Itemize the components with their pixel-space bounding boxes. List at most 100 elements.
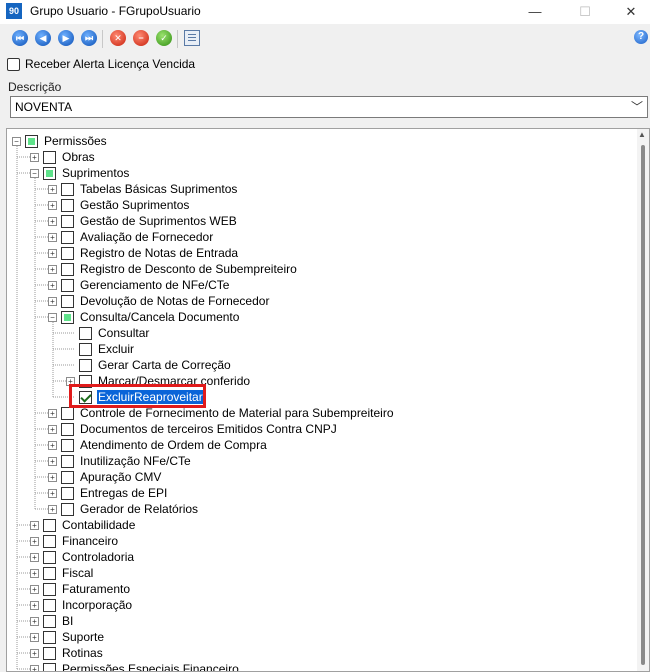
tree-item[interactable]: + Tabelas Básicas Suprimentos: [48, 181, 238, 197]
chevron-down-icon[interactable]: ﹀: [631, 98, 643, 115]
tree-item[interactable]: + Gerenciamento de NFe/CTe: [48, 277, 230, 293]
tree-checkbox[interactable]: [43, 534, 56, 548]
tree-item[interactable]: + Apuração CMV: [48, 469, 162, 485]
tree-item[interactable]: + Faturamento: [30, 581, 131, 597]
expand-icon[interactable]: +: [30, 664, 39, 671]
tree-checkbox[interactable]: [61, 198, 74, 212]
tree-checkbox[interactable]: [61, 470, 74, 484]
tree-checkbox[interactable]: [43, 566, 56, 580]
previous-record-button[interactable]: ◀: [35, 30, 51, 46]
expand-icon[interactable]: +: [48, 472, 57, 482]
tree-item[interactable]: − Consulta/Cancela Documento: [48, 309, 240, 325]
tree-checkbox[interactable]: [61, 262, 74, 276]
expand-icon[interactable]: +: [30, 568, 39, 578]
tree-item[interactable]: + Gerador de Relatórios: [48, 501, 199, 517]
expand-icon[interactable]: +: [48, 440, 57, 450]
expand-icon[interactable]: +: [48, 488, 57, 498]
expand-icon[interactable]: +: [48, 456, 57, 466]
collapse-icon[interactable]: −: [48, 312, 57, 322]
tree-checkbox[interactable]: [61, 294, 74, 308]
expand-icon[interactable]: +: [48, 408, 57, 418]
tree-checkbox[interactable]: [43, 582, 56, 596]
tree-checkbox[interactable]: [43, 166, 56, 180]
expand-icon[interactable]: +: [30, 616, 39, 626]
expand-icon[interactable]: +: [30, 520, 39, 530]
tree-checkbox[interactable]: [25, 134, 38, 148]
tree-checkbox[interactable]: [43, 662, 56, 671]
tree-item[interactable]: Gerar Carta de Correção: [66, 357, 232, 373]
maximize-button[interactable]: ☐: [562, 0, 608, 24]
tree-item[interactable]: + Devolução de Notas de Fornecedor: [48, 293, 270, 309]
expand-icon[interactable]: +: [48, 280, 57, 290]
cancel-button[interactable]: ✕: [110, 30, 126, 46]
expand-icon[interactable]: +: [48, 200, 57, 210]
permissions-tree[interactable]: − Permissões + Obras − Suprimentos + Tabelas Bá…: [6, 128, 650, 672]
tree-checkbox[interactable]: [61, 182, 74, 196]
tree-checkbox[interactable]: [43, 646, 56, 660]
expand-icon[interactable]: +: [48, 248, 57, 258]
expand-icon[interactable]: +: [48, 232, 57, 242]
first-record-button[interactable]: ⏮: [12, 30, 28, 46]
tree-item[interactable]: + Rotinas: [30, 645, 104, 661]
close-button[interactable]: ✕: [608, 0, 650, 24]
tree-checkbox[interactable]: [61, 422, 74, 436]
minimize-button[interactable]: —: [512, 0, 558, 24]
tree-item[interactable]: + Registro de Notas de Entrada: [48, 245, 239, 261]
tree-checkbox[interactable]: [61, 278, 74, 292]
tree-checkbox[interactable]: [79, 326, 92, 340]
expand-icon[interactable]: +: [48, 504, 57, 514]
expand-icon[interactable]: +: [30, 648, 39, 658]
tree-item[interactable]: + Controladoria: [30, 549, 135, 565]
tree-checkbox[interactable]: [43, 550, 56, 564]
tree-item[interactable]: + Entregas de EPI: [48, 485, 168, 501]
tree-item[interactable]: − Permissões: [12, 133, 108, 149]
expand-icon[interactable]: +: [30, 536, 39, 546]
vertical-scrollbar[interactable]: ▲: [637, 129, 649, 671]
tree-checkbox[interactable]: [61, 454, 74, 468]
tree-checkbox[interactable]: [61, 438, 74, 452]
tree-checkbox[interactable]: [61, 486, 74, 500]
tree-item[interactable]: + Atendimento de Ordem de Compra: [48, 437, 268, 453]
tree-item[interactable]: + Suporte: [30, 629, 105, 645]
tree-item[interactable]: + Permissões Especiais Financeiro: [30, 661, 240, 671]
collapse-icon[interactable]: −: [30, 168, 39, 178]
tree-item[interactable]: + Financeiro: [30, 533, 119, 549]
report-button[interactable]: [184, 30, 200, 46]
expand-icon[interactable]: +: [48, 296, 57, 306]
tree-item[interactable]: + BI: [30, 613, 74, 629]
tree-item[interactable]: + Gestão de Suprimentos WEB: [48, 213, 238, 229]
tree-item[interactable]: + Documentos de terceiros Emitidos Contra…: [48, 421, 338, 437]
tree-checkbox[interactable]: [43, 630, 56, 644]
tree-item[interactable]: + Registro de Desconto de Subempreiteiro: [48, 261, 298, 277]
expand-icon[interactable]: +: [30, 552, 39, 562]
tree-checkbox[interactable]: [79, 358, 92, 372]
tree-checkbox[interactable]: [43, 598, 56, 612]
tree-checkbox[interactable]: [61, 214, 74, 228]
tree-checkbox[interactable]: [61, 230, 74, 244]
tree-checkbox[interactable]: [43, 614, 56, 628]
tree-checkbox[interactable]: [43, 150, 56, 164]
tree-checkbox[interactable]: [61, 502, 74, 516]
expand-icon[interactable]: +: [48, 424, 57, 434]
expand-icon[interactable]: +: [30, 632, 39, 642]
expand-icon[interactable]: +: [48, 264, 57, 274]
tree-checkbox[interactable]: [61, 246, 74, 260]
tree-item[interactable]: + Incorporação: [30, 597, 133, 613]
scroll-thumb[interactable]: [641, 145, 645, 665]
expand-icon[interactable]: +: [30, 152, 39, 162]
tree-item[interactable]: Excluir: [66, 341, 135, 357]
expand-icon[interactable]: +: [30, 584, 39, 594]
next-record-button[interactable]: ▶: [58, 30, 74, 46]
expand-icon[interactable]: +: [48, 216, 57, 226]
confirm-button[interactable]: ✓: [156, 30, 172, 46]
tree-item[interactable]: − Suprimentos: [30, 165, 130, 181]
expand-icon[interactable]: +: [30, 600, 39, 610]
tree-checkbox[interactable]: [79, 342, 92, 356]
tree-item[interactable]: + Contabilidade: [30, 517, 136, 533]
alert-license-checkbox[interactable]: [7, 58, 20, 71]
tree-item[interactable]: + Fiscal: [30, 565, 94, 581]
help-button[interactable]: ?: [634, 30, 648, 44]
tree-item[interactable]: Consultar: [66, 325, 150, 341]
tree-item[interactable]: + Avaliação de Fornecedor: [48, 229, 214, 245]
tree-checkbox[interactable]: [61, 406, 74, 420]
